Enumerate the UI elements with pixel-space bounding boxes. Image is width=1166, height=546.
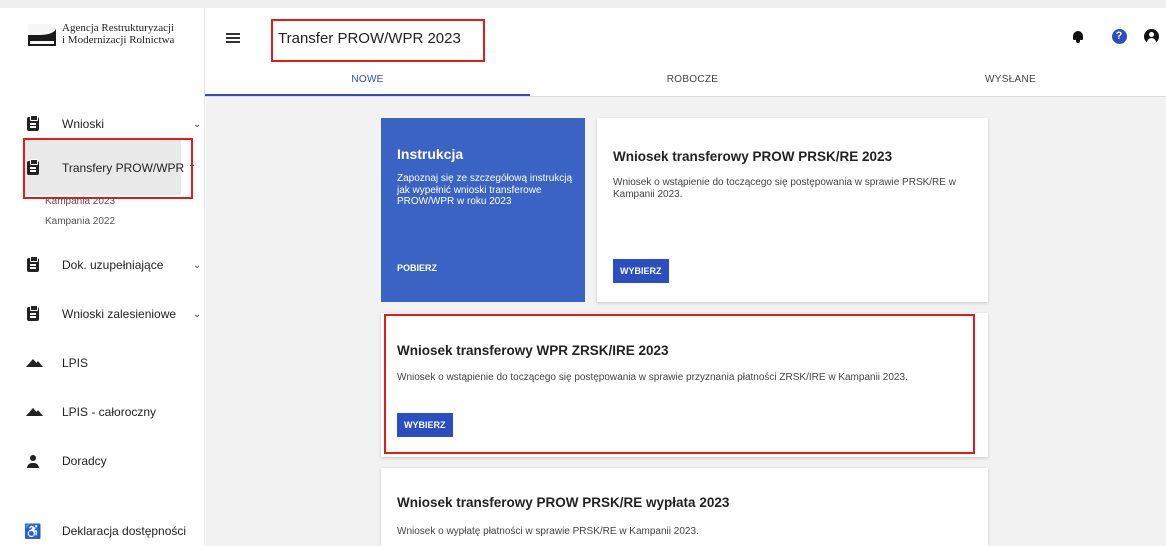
person-icon bbox=[26, 454, 40, 468]
card-description: Wniosek o wstąpienie do toczącego się po… bbox=[397, 372, 908, 383]
instruction-title: Instrukcja bbox=[397, 146, 464, 162]
card-prow-prsk-re-wyplata: Wniosek transferowy PROW PRSK/RE wypłata… bbox=[381, 468, 988, 546]
menu-icon[interactable] bbox=[226, 33, 240, 43]
select-button[interactable]: WYBIERZ bbox=[397, 413, 453, 437]
accessibility-icon: ♿ bbox=[24, 522, 42, 539]
download-link[interactable]: POBIERZ bbox=[397, 263, 437, 273]
card-title: Wniosek transferowy WPR ZRSK/IRE 2023 bbox=[397, 343, 669, 358]
tab-robocze[interactable]: ROBOCZE bbox=[530, 66, 855, 96]
sidebar-item-lpis-caloroczny[interactable]: LPIS - całoroczny bbox=[0, 397, 205, 427]
card-wpr-zrsk-ire: Wniosek transferowy WPR ZRSK/IRE 2023 Wn… bbox=[381, 313, 988, 457]
select-button[interactable]: WYBIERZ bbox=[613, 259, 669, 283]
bell-icon[interactable] bbox=[1070, 28, 1086, 44]
mountain-icon bbox=[26, 405, 43, 419]
tab-bar: NOWE ROBOCZE WYSŁANE bbox=[205, 66, 1166, 97]
chevron-down-icon: ⌄ bbox=[193, 259, 202, 271]
sidebar-item-deklaracja-dostepnosci[interactable]: ♿ Deklaracja dostępności bbox=[0, 516, 205, 546]
chevron-up-icon: ⌃ bbox=[188, 162, 197, 174]
tab-wyslane[interactable]: WYSŁANE bbox=[855, 66, 1166, 96]
account-icon[interactable] bbox=[1143, 28, 1159, 44]
clipboard-icon bbox=[26, 115, 40, 131]
tab-nowe[interactable]: NOWE bbox=[205, 66, 530, 96]
card-description: Wniosek o wypłatę płatności w sprawie PR… bbox=[397, 526, 699, 537]
sidebar-item-wnioski-zalesieniowe[interactable]: Wnioski zalesieniowe ⌄ bbox=[0, 299, 205, 329]
chevron-down-icon: ⌄ bbox=[193, 118, 202, 130]
sidebar-item-wnioski[interactable]: Wnioski ⌄ bbox=[0, 109, 205, 139]
sidebar-item-lpis[interactable]: LPIS bbox=[0, 348, 205, 378]
sidebar-subitem-kampania-2023[interactable]: Kampania 2023 bbox=[45, 196, 115, 207]
chevron-down-icon: ⌄ bbox=[193, 308, 202, 320]
instruction-text: Zapoznaj się ze szczegółową instrukcją j… bbox=[397, 173, 573, 207]
sidebar-item-doradcy[interactable]: Doradcy bbox=[0, 446, 205, 476]
clipboard-icon bbox=[26, 159, 40, 175]
arimr-logo-icon bbox=[28, 24, 56, 46]
card-title: Wniosek transferowy PROW PRSK/RE wypłata… bbox=[397, 495, 730, 510]
clipboard-icon bbox=[26, 305, 40, 321]
top-strip bbox=[0, 0, 1166, 8]
mountain-icon bbox=[26, 356, 43, 370]
sidebar-item-dok-uzupelniajace[interactable]: Dok. uzupełniające ⌄ bbox=[0, 250, 205, 280]
card-prow-prsk-re: Wniosek transferowy PROW PRSK/RE 2023 Wn… bbox=[597, 118, 988, 302]
logo-text: Agencja Restrukturyzacji i Modernizacji … bbox=[62, 22, 175, 46]
sidebar-subitem-kampania-2022[interactable]: Kampania 2022 bbox=[45, 216, 115, 227]
page-title: Transfer PROW/WPR 2023 bbox=[278, 30, 461, 47]
card-description: Wniosek o wstąpienie do toczącego się po… bbox=[613, 177, 956, 200]
help-icon[interactable]: ? bbox=[1111, 28, 1127, 44]
instruction-card: Instrukcja Zapoznaj się ze szczegółową i… bbox=[381, 118, 585, 302]
card-title: Wniosek transferowy PROW PRSK/RE 2023 bbox=[613, 149, 893, 164]
clipboard-icon bbox=[26, 256, 40, 272]
logo[interactable]: Agencja Restrukturyzacji i Modernizacji … bbox=[28, 22, 174, 46]
sidebar-item-transfery[interactable]: Transfery PROW/WPR ⌃ bbox=[0, 153, 205, 183]
